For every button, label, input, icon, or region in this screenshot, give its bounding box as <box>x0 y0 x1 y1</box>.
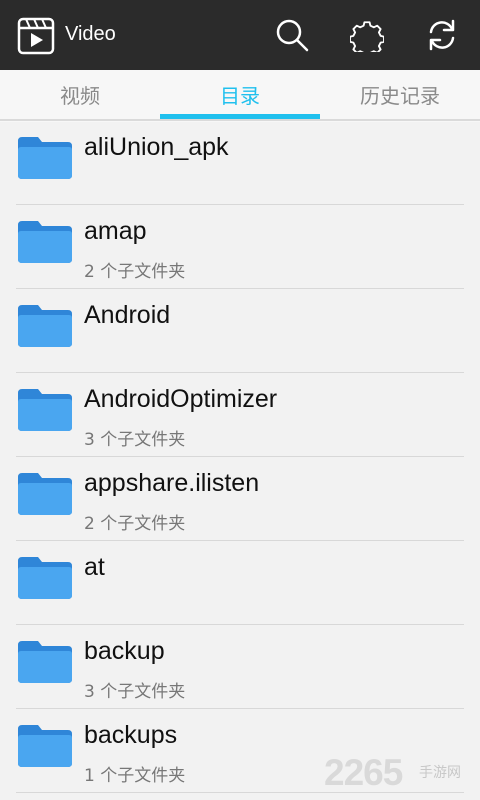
gear-icon[interactable] <box>349 18 385 58</box>
watermark-text: 手游网 <box>419 765 461 781</box>
folder-icon <box>16 303 74 353</box>
folder-row[interactable]: amap 2 个子文件夹 <box>0 205 480 289</box>
folder-name: appshare.ilisten <box>84 469 260 497</box>
folder-row[interactable]: backup 3 个子文件夹 <box>0 625 480 709</box>
folder-subfolder-count: 2 个子文件夹 <box>84 514 186 534</box>
video-app-icon <box>16 16 56 60</box>
folder-row[interactable]: AndroidOptimizer 3 个子文件夹 <box>0 373 480 457</box>
folder-row[interactable]: aliUnion_apk <box>0 121 480 205</box>
folder-name: at <box>84 553 105 581</box>
folder-icon <box>16 639 74 689</box>
tab-history[interactable]: 历史记录 <box>320 70 480 122</box>
folder-name: amap <box>84 217 147 245</box>
folder-row[interactable]: Android <box>0 289 480 373</box>
watermark-number: 2265 <box>324 752 403 793</box>
folder-icon <box>16 219 74 269</box>
folder-name: backups <box>84 721 178 749</box>
folder-subfolder-count: 2 个子文件夹 <box>84 262 186 282</box>
folder-subfolder-count: 3 个子文件夹 <box>84 682 186 702</box>
tab-videos[interactable]: 视频 <box>0 70 160 122</box>
app-title: Video <box>65 23 116 45</box>
top-app-bar: Video <box>0 0 480 70</box>
folder-subfolder-count: 1 个子文件夹 <box>84 766 186 786</box>
folder-name: aliUnion_apk <box>84 133 229 161</box>
folder-list: aliUnion_apkamap 2 个子文件夹 Android AndroidOpt… <box>0 121 480 793</box>
folder-icon <box>16 555 74 605</box>
site-watermark: 2265 手游网 <box>324 752 474 793</box>
refresh-icon[interactable] <box>425 18 459 52</box>
folder-subfolder-count: 3 个子文件夹 <box>84 430 186 450</box>
folder-icon <box>16 387 74 437</box>
folder-icon <box>16 471 74 521</box>
folder-name: AndroidOptimizer <box>84 385 278 413</box>
search-icon[interactable] <box>275 18 309 52</box>
folder-icon <box>16 723 74 773</box>
folder-row[interactable]: appshare.ilisten 2 个子文件夹 <box>0 457 480 541</box>
folder-row[interactable]: at <box>0 541 480 625</box>
folder-name: Android <box>84 301 171 329</box>
folder-icon <box>16 135 74 185</box>
folder-name: backup <box>84 637 165 665</box>
